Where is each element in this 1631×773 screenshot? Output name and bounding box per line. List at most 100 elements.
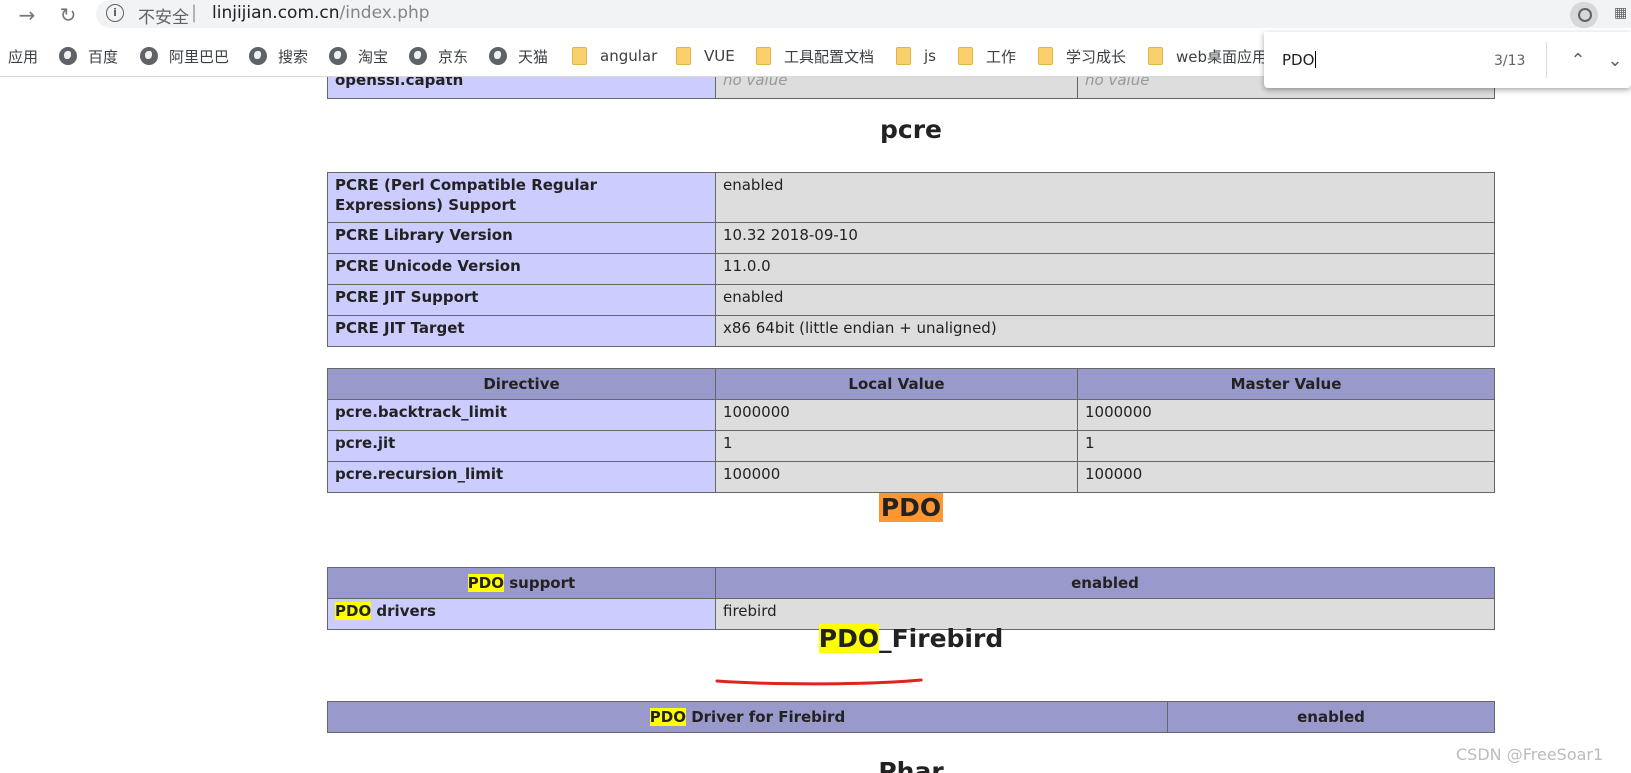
bookmark-tmall[interactable]: 天猫 (489, 44, 548, 68)
info-value: 11.0.0 (715, 253, 1495, 285)
local-value: 1 (715, 430, 1078, 462)
directive-name: pcre.backtrack_limit (327, 399, 716, 431)
bookmark-folder-tools[interactable]: 工具配置文档 (756, 44, 874, 68)
find-input[interactable]: PDO (1282, 51, 1316, 69)
site-info-icon[interactable]: i (106, 4, 124, 22)
column-header-directive: Directive (327, 368, 716, 400)
folder-icon (896, 47, 911, 65)
folder-icon (572, 47, 587, 65)
bookmark-label: 天猫 (518, 47, 549, 66)
bookmark-folder-vue[interactable]: VUE (676, 44, 735, 68)
table-row: PCRE Unicode Version 11.0.0 (327, 253, 1495, 285)
bookmark-folder-angular[interactable]: angular (572, 44, 657, 68)
section-heading-pdo: PDO (327, 493, 1495, 522)
section-heading-pcre: pcre (880, 115, 942, 144)
cell-text: drivers (371, 602, 436, 620)
find-match: PDO (818, 624, 880, 653)
red-underline-annotation (715, 678, 923, 686)
find-current-match: PDO (878, 493, 944, 522)
folder-icon (1148, 47, 1163, 65)
folder-icon (1038, 47, 1053, 65)
section-heading-pdo-firebird: PDO_Firebird (327, 624, 1495, 653)
page-content[interactable]: openssl.capath no value no value pcre PC… (0, 77, 1631, 773)
table-header-row: Directive Local Value Master Value (327, 368, 1495, 400)
pdo-firebird-driver-value: enabled (1167, 701, 1495, 733)
master-value: 1 (1077, 430, 1495, 462)
find-match: PDO (649, 708, 686, 726)
header-text: support (504, 574, 576, 592)
pdo-support-header: PDO support (327, 567, 716, 599)
pcre-info-table: PCRE (Perl Compatible Regular Expression… (327, 172, 1495, 347)
bookmark-apps[interactable]: 应用 (8, 44, 38, 68)
heading-text: _Firebird (879, 624, 1004, 653)
pdo-support-value: enabled (715, 567, 1495, 599)
find-match-count: 3/13 (1494, 53, 1526, 69)
globe-icon (140, 47, 158, 65)
info-name: PCRE JIT Target (327, 315, 716, 347)
section-heading-phar: Phar (878, 757, 944, 773)
folder-icon (756, 47, 771, 65)
folder-icon (676, 47, 691, 65)
master-value: 1000000 (1077, 399, 1495, 431)
url-text[interactable]: linjijian.com.cn/index.php (212, 3, 430, 23)
table-row: PCRE JIT Support enabled (327, 284, 1495, 316)
pdo-firebird-driver-header: PDO Driver for Firebird (327, 701, 1168, 733)
directive-name: openssl.capath (327, 77, 716, 99)
reload-icon[interactable]: ↻ (55, 2, 81, 28)
table-row: PCRE JIT Target x86 64bit (little endian … (327, 315, 1495, 347)
column-header-master: Master Value (1077, 368, 1495, 400)
header-text: Driver for Firebird (685, 708, 846, 726)
bookmark-folder-js[interactable]: js (896, 44, 936, 68)
local-value: 100000 (715, 461, 1078, 493)
chevron-down-icon[interactable]: ⌄ (1601, 46, 1629, 74)
globe-icon (329, 47, 347, 65)
bookmark-label: 工作 (986, 47, 1017, 66)
table-row: pcre.jit 1 1 (327, 430, 1495, 462)
find-divider (1546, 42, 1547, 78)
bookmark-folder-web-desktop[interactable]: web桌面应用 (1148, 44, 1267, 68)
table-row: pcre.recursion_limit 100000 100000 (327, 461, 1495, 493)
info-value: enabled (715, 284, 1495, 316)
info-value: x86 64bit (little endian + unaligned) (715, 315, 1495, 347)
table-row: PCRE (Perl Compatible Regular Expression… (327, 172, 1495, 223)
globe-icon (249, 47, 267, 65)
forward-icon[interactable]: → (14, 2, 40, 28)
directive-name: pcre.jit (327, 430, 716, 462)
local-value: no value (715, 77, 1078, 99)
chevron-up-icon[interactable]: ⌃ (1564, 46, 1592, 74)
bookmark-label: 搜索 (278, 47, 309, 66)
bookmark-search[interactable]: 搜索 (249, 44, 308, 68)
bookmark-folder-learning[interactable]: 学习成长 (1038, 44, 1126, 68)
info-name: PCRE Library Version (327, 222, 716, 254)
bookmark-folder-work[interactable]: 工作 (958, 44, 1016, 68)
directive-name: pcre.recursion_limit (327, 461, 716, 493)
info-name: PCRE Unicode Version (327, 253, 716, 285)
find-match: PDO (467, 574, 504, 592)
bookmark-label: 淘宝 (358, 47, 389, 66)
bookmark-label: angular (600, 47, 658, 65)
bookmark-label: 应用 (8, 47, 39, 66)
security-label: 不安全 (138, 8, 189, 28)
bookmark-jd[interactable]: 京东 (409, 44, 468, 68)
globe-icon (489, 47, 507, 65)
info-value: enabled (715, 172, 1495, 223)
bookmark-label: 学习成长 (1066, 47, 1127, 66)
bookmark-label: web桌面应用 (1176, 47, 1268, 66)
globe-icon (59, 47, 77, 65)
bookmark-label: 工具配置文档 (784, 47, 875, 66)
bookmark-label: 百度 (88, 47, 119, 66)
folder-icon (958, 47, 973, 65)
info-name: PCRE JIT Support (327, 284, 716, 316)
pcre-directives-table: Directive Local Value Master Value pcre.… (327, 368, 1495, 493)
table-header-row: PDO Driver for Firebird enabled (327, 701, 1495, 733)
info-value: 10.32 2018-09-10 (715, 222, 1495, 254)
column-header-local: Local Value (715, 368, 1078, 400)
table-row: pcre.backtrack_limit 1000000 1000000 (327, 399, 1495, 431)
bookmark-label: 阿里巴巴 (169, 47, 230, 66)
bookmark-taobao[interactable]: 淘宝 (329, 44, 388, 68)
search-page-icon[interactable] (1570, 2, 1598, 28)
bookmark-alibaba[interactable]: 阿里巴巴 (140, 44, 229, 68)
pdo-firebird-table: PDO Driver for Firebird enabled (327, 701, 1495, 733)
bookmark-baidu[interactable]: 百度 (59, 44, 118, 68)
translate-icon[interactable]: ▦ (1614, 5, 1627, 21)
